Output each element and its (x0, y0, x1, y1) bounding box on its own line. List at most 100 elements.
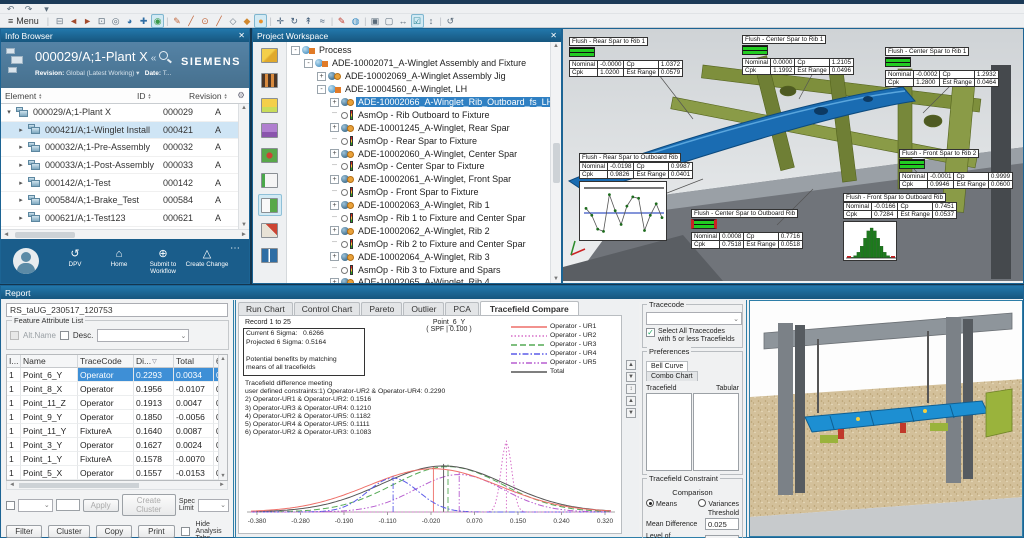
tab-pareto[interactable]: Pareto (361, 302, 403, 315)
measurement-callout[interactable]: Flush - Center Spar to Outboard Rib Nomi… (690, 209, 804, 249)
history-back-icon[interactable]: ↺ (444, 15, 457, 27)
tree-node[interactable]: - ADE-10004560_A-Winglet, LH (287, 83, 561, 96)
attribute-dropdown[interactable]: ⌄ (97, 329, 190, 342)
revision-value[interactable]: Global (Latest Working) (66, 70, 134, 77)
globe-icon[interactable]: ◍ (349, 15, 362, 27)
compare-bowtie-icon[interactable] (258, 244, 282, 266)
avatar[interactable] (13, 248, 39, 274)
folder-structure-icon[interactable] (258, 94, 282, 116)
shaded-view-icon[interactable]: ◉ (151, 13, 165, 28)
action-home[interactable]: ⌂ Home (97, 248, 141, 275)
expand-icon[interactable]: + (330, 174, 339, 184)
chart-scroll-button[interactable]: ▲ (626, 396, 636, 406)
chart-scroll-button[interactable]: ↕ (626, 384, 636, 394)
layer-icon[interactable]: ◇ (226, 15, 239, 27)
chart-scroll-button[interactable]: ▼ (626, 372, 636, 382)
tab-control-chart[interactable]: Control Chart (293, 302, 361, 315)
tree-node[interactable]: ─ AsmOp - Front Spar to Fixture (287, 186, 561, 199)
swap-vertical-icon[interactable]: ↕ (425, 15, 438, 27)
process-document-icon[interactable] (257, 194, 282, 216)
zoom-select-icon[interactable]: ⊡ (95, 15, 108, 27)
measurement-callout[interactable]: Flush - Center Spar to Rib 1 Nominal -0.0… (884, 47, 1000, 87)
tree-node[interactable]: - Process (287, 44, 561, 57)
caret-icon[interactable]: ▸ (17, 143, 25, 151)
measure-line-icon[interactable]: ╱ (184, 15, 197, 27)
column-3[interactable]: Di... ▽ (134, 355, 174, 368)
database-clock-icon[interactable] (258, 119, 282, 141)
solid-layer-icon[interactable]: ◆ (240, 15, 253, 27)
cluster-dropdown[interactable]: ⌄ (18, 498, 53, 512)
collapse-icon[interactable]: - (317, 84, 326, 94)
tracefield-listbox[interactable] (646, 393, 692, 471)
tree-node[interactable]: ─ AsmOp - Rear Spar to Fixture (287, 134, 561, 147)
table-row[interactable]: 1Point_5_XOperator0.1557-0.01530.54830.4 (7, 466, 227, 480)
tree-node[interactable]: ─ AsmOp - Rib 1 to Fixture and Center Sp… (287, 212, 561, 225)
assembly-3d-viewport[interactable]: Flush - Rear Spar to Rib 1 Nominal -0.000… (562, 28, 1024, 284)
checkout-folders-icon[interactable] (258, 44, 282, 66)
table-row[interactable]: ▾ 000029/A;1-Plant X 000029 A (1, 104, 249, 122)
tree-node[interactable]: - ADE-10002071_A-Winglet Assembly and Fi… (287, 57, 561, 70)
expand-icon[interactable]: + (330, 252, 339, 262)
column-4[interactable]: Total (174, 355, 214, 368)
action-create-change[interactable]: △ Create Change (185, 248, 229, 275)
variances-radio[interactable] (698, 499, 707, 507)
path-icon[interactable]: ≈ (316, 15, 329, 27)
tree-layout-icon[interactable]: ⊟ (53, 15, 66, 27)
column-revision[interactable]: Revision ▲ ▼ (185, 91, 233, 101)
tree-node[interactable]: + ADE-10001245_A-Winglet, Rear Spar (287, 121, 561, 134)
collapse-icon[interactable]: - (291, 45, 300, 55)
measurement-callout[interactable]: Flush - Center Spar to Rib 1 Nominal 0.00… (741, 35, 855, 75)
action-dpv[interactable]: ↺ DPV (53, 248, 97, 275)
measure-pen-icon[interactable]: ✎ (170, 15, 183, 27)
caret-icon[interactable]: ▾ (5, 108, 13, 116)
step-back-icon[interactable]: ◄ (67, 15, 80, 27)
table-row[interactable]: 1Point_1_YFixtureA0.1578-0.00700.55310.4 (7, 452, 227, 466)
report-id-field[interactable]: RS_taUG_230517_120753 (6, 303, 228, 317)
expand-icon[interactable]: + (330, 200, 339, 210)
table-row[interactable]: 1Point_9_YOperator0.1850-0.00560.50170.4 (7, 410, 227, 424)
tree-node[interactable]: + ADE-10002060_A-Winglet, Center Spar (287, 147, 561, 160)
tree-node[interactable]: + ADE-10002063_A-Winglet, Rib 1 (287, 199, 561, 212)
markup-icon[interactable]: ✎ (335, 15, 348, 27)
table-row[interactable]: ▸ 000032/A;1-Pre-Assembly 000032 A (1, 139, 249, 157)
measure-circle-icon[interactable]: ⊙ (198, 15, 211, 27)
caret-icon[interactable]: ▸ (17, 214, 25, 222)
undo-icon[interactable]: ↶ (4, 3, 17, 15)
table-row[interactable]: ▸ 000142/A;1-Test 000142 A (1, 174, 249, 192)
cluster-checkbox[interactable] (6, 500, 15, 510)
column-1[interactable]: Name (21, 355, 78, 368)
assembly-icon[interactable]: ✚ (137, 15, 150, 27)
expand-horizontal-icon[interactable]: ↔ (397, 15, 410, 27)
cluster-value-input[interactable] (55, 499, 80, 511)
expand-icon[interactable]: + (330, 149, 339, 159)
copy-button[interactable]: Copy (95, 525, 133, 538)
measurement-callout[interactable]: Flush - Rear Spar to Rib 1 Nominal -0.000… (568, 37, 684, 77)
expand-icon[interactable]: + (317, 71, 326, 81)
table-row[interactable]: ▸ 000421/A;1-Winglet Install 000421 A (1, 121, 249, 140)
redo-icon[interactable]: ↷ (22, 3, 35, 15)
measurement-callout[interactable]: Flush - Front Spar to Rib 2 Nominal -0.00… (898, 149, 1014, 189)
tree-node[interactable]: ─ AsmOp - Rib Outboard to Fixture (287, 108, 561, 121)
collapse-icon[interactable]: « (151, 53, 157, 64)
table-row[interactable]: 1Point_11_ZOperator0.19130.00470.60820.4 (7, 396, 227, 410)
sort-icon[interactable]: ▲ ▼ (38, 92, 42, 99)
sort-icon[interactable]: ▲ ▼ (224, 92, 228, 99)
tree-node[interactable]: ─ AsmOp - Center Spar to Fixture (287, 160, 561, 173)
table-row[interactable]: ▸ 000033/A;1-Post-Assembly 000033 A (1, 157, 249, 175)
expand-icon[interactable]: + (330, 277, 339, 283)
column-element[interactable]: Element ▲ ▼ (1, 91, 133, 101)
tree-node[interactable]: + ADE-10002065_A-Winglet, Rib 4 (287, 276, 561, 283)
caret-icon[interactable]: ▸ (17, 179, 25, 187)
tabular-listbox[interactable] (693, 393, 739, 471)
tree-node[interactable]: + ADE-10002061_A-Winglet, Front Spar (287, 173, 561, 186)
expand-icon[interactable]: + (330, 123, 339, 133)
tab-run-chart[interactable]: Run Chart (238, 302, 293, 315)
tree-node[interactable]: + ADE-10002069_A-Winglet Assembly Jig (287, 70, 561, 83)
desc-checkbox[interactable] (59, 331, 69, 340)
gear-icon[interactable]: ⚙ (233, 90, 249, 101)
menu-button[interactable]: ≡ Menu (4, 16, 43, 26)
move-icon[interactable]: ✛ (274, 15, 287, 27)
close-icon[interactable]: ✕ (550, 31, 557, 40)
find-icon[interactable]: ◎ (109, 15, 122, 27)
fit-view-icon[interactable]: ▢ (383, 15, 396, 27)
